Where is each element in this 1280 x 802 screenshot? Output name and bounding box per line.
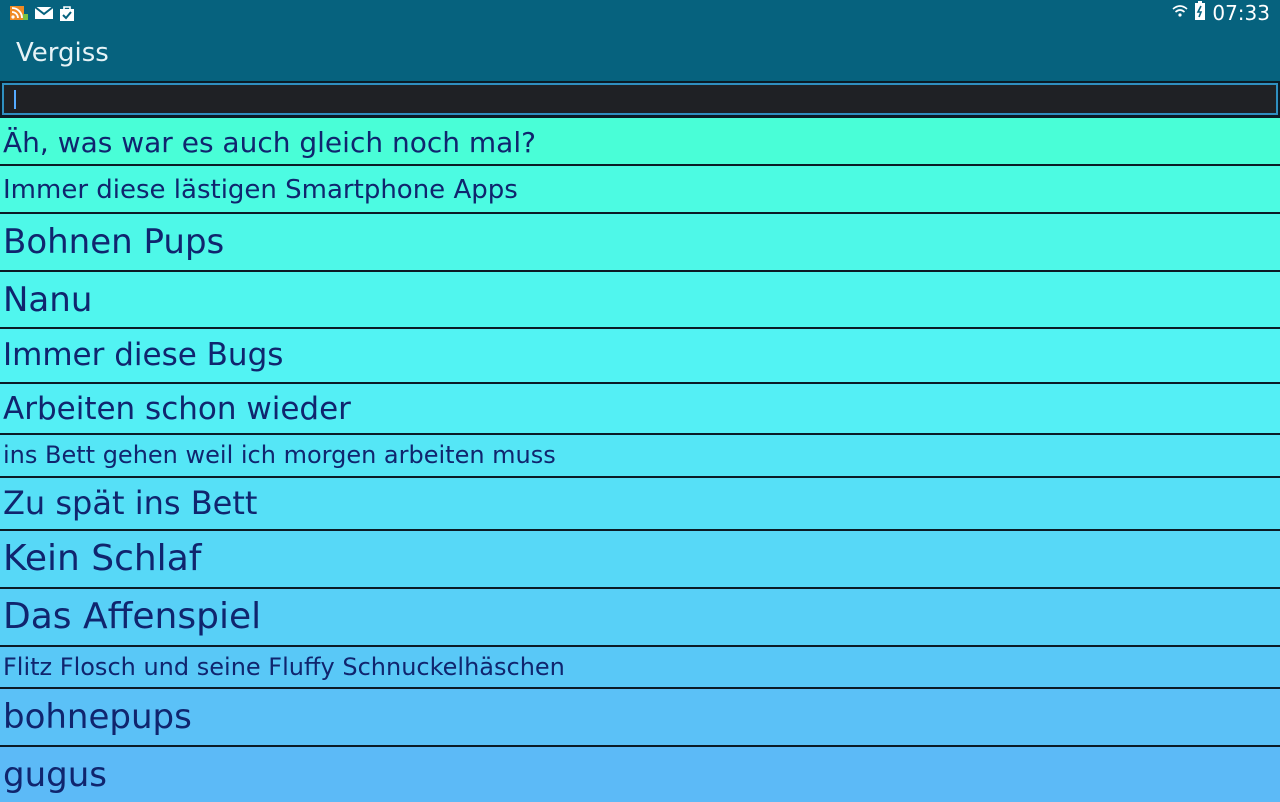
list-item-label: ins Bett gehen weil ich morgen arbeiten … [3, 441, 556, 469]
list-item[interactable]: Nanu [0, 270, 1280, 327]
list-item[interactable]: Kein Schlaf [0, 529, 1280, 587]
system-indicators: 07:33 [1172, 1, 1270, 25]
list-item[interactable]: Das Affenspiel [0, 587, 1280, 645]
store-bag-icon [58, 4, 76, 22]
list-item[interactable]: Äh, was war es auch gleich noch mal? [0, 116, 1280, 164]
clock: 07:33 [1212, 1, 1270, 25]
list-item[interactable]: Zu spät ins Bett [0, 476, 1280, 529]
text-cursor [14, 90, 16, 109]
list-item-label: Arbeiten schon wieder [3, 391, 351, 427]
rss-feed-icon [10, 4, 28, 22]
list-item-label: Immer diese lästigen Smartphone Apps [3, 175, 518, 205]
list-item[interactable]: bohnepups [0, 687, 1280, 745]
list-item[interactable]: Flitz Flosch und seine Fluffy Schnuckelh… [0, 645, 1280, 687]
list-item[interactable]: Bohnen Pups [0, 212, 1280, 270]
search-input[interactable] [2, 83, 1278, 115]
list-item[interactable]: ins Bett gehen weil ich morgen arbeiten … [0, 433, 1280, 476]
list-item-label: Zu spät ins Bett [3, 484, 258, 522]
list-item-label: Kein Schlaf [3, 538, 202, 579]
app-title: Vergiss [16, 38, 109, 68]
notification-icons [10, 4, 76, 22]
wifi-icon [1172, 2, 1188, 24]
list-item-label: Flitz Flosch und seine Fluffy Schnuckelh… [3, 653, 565, 681]
list-item[interactable]: Arbeiten schon wieder [0, 382, 1280, 433]
mail-icon [34, 4, 54, 22]
list-item-label: gugus [3, 755, 107, 795]
list-item-label: Äh, was war es auch gleich noch mal? [3, 126, 536, 159]
action-bar: Vergiss [0, 26, 1280, 81]
list-item-label: Nanu [3, 280, 93, 320]
list-item[interactable]: Immer diese lästigen Smartphone Apps [0, 164, 1280, 212]
list-item-label: bohnepups [3, 697, 192, 737]
battery-charging-icon [1194, 1, 1206, 25]
list-item-label: Immer diese Bugs [3, 337, 284, 373]
list-item-label: Bohnen Pups [3, 222, 225, 262]
list-item-label: Das Affenspiel [3, 596, 262, 637]
list-item[interactable]: gugus [0, 745, 1280, 802]
note-list: Äh, was war es auch gleich noch mal? Imm… [0, 116, 1280, 802]
status-bar: 07:33 [0, 0, 1280, 26]
list-item[interactable]: Immer diese Bugs [0, 327, 1280, 382]
